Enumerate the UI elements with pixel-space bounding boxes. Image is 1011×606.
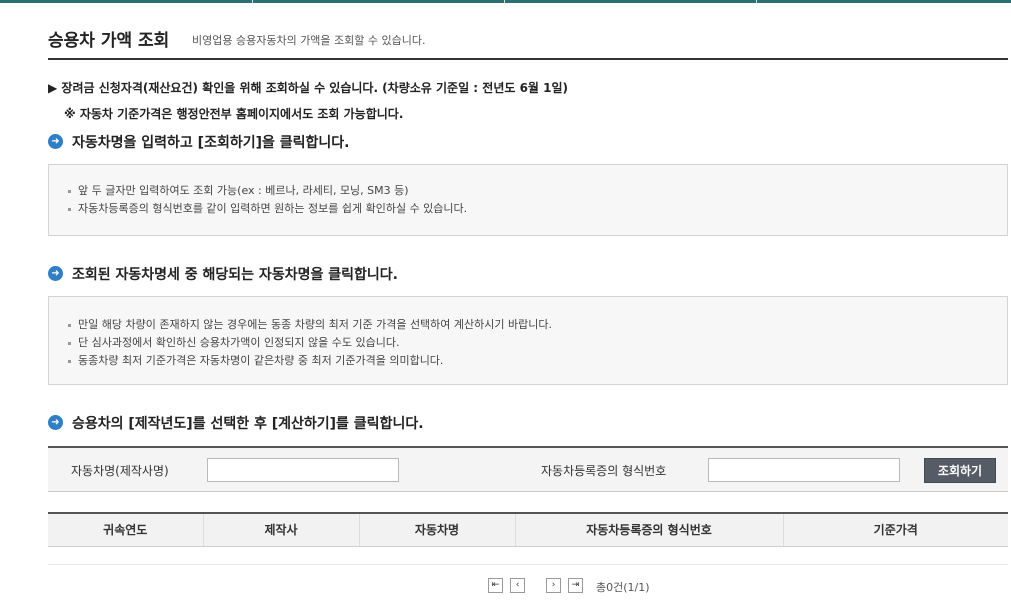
column-header-year: 귀속연도 <box>48 512 203 547</box>
first-page-icon[interactable]: ⇤ <box>488 578 503 593</box>
arrow-circle-icon: ➜ <box>48 134 63 149</box>
tip-item: 단 심사과정에서 확인하신 승용차가액이 인정되지 않을 수도 있습니다. <box>49 334 1007 352</box>
bullet-icon <box>68 342 71 345</box>
table-header-row: 귀속연도 제작사 자동차명 자동차등록증의 형식번호 기준가격 <box>48 512 1008 547</box>
step-1-tips: 앞 두 글자만 입력하여도 조회 가능(ex : 베르나, 라세티, 모닝, S… <box>48 164 1008 236</box>
next-page-icon[interactable]: › <box>546 578 561 593</box>
car-name-label: 자동차명(제작사명) <box>71 464 169 478</box>
bullet-icon <box>68 190 71 193</box>
top-bar-divider <box>756 0 757 3</box>
tip-item: 자동차등록증의 형식번호를 같이 입력하면 원하는 정보를 쉽게 확인하실 수 … <box>49 200 1007 218</box>
prev-page-icon[interactable]: ‹ <box>510 578 525 593</box>
search-form: 자동차명(제작사명) 자동차등록증의 형식번호 조회하기 <box>48 446 1008 492</box>
page-subtitle: 비영업용 승용자동차의 가액을 조회할 수 있습니다. <box>192 34 426 47</box>
top-bar-divider <box>504 0 505 3</box>
search-button[interactable]: 조회하기 <box>924 458 996 483</box>
result-count: 총0건(1/1) <box>596 581 650 594</box>
bullet-icon <box>68 208 71 211</box>
page-header: 승용차 가액 조회 비영업용 승용자동차의 가액을 조회할 수 있습니다. <box>48 24 1008 60</box>
tip-item: 앞 두 글자만 입력하여도 조회 가능(ex : 베르나, 라세티, 모닝, S… <box>49 182 1007 200</box>
bullet-icon <box>68 360 71 363</box>
arrow-circle-icon: ➜ <box>48 415 63 430</box>
step-2-tips: 만일 해당 차량이 존재하지 않는 경우에는 동종 차량의 최저 기준 가격을 … <box>48 296 1008 385</box>
result-table: 귀속연도 제작사 자동차명 자동차등록증의 형식번호 기준가격 <box>48 512 1008 565</box>
column-header-maker: 제작사 <box>202 512 359 547</box>
table-empty-row <box>48 546 1008 565</box>
arrow-circle-icon: ➜ <box>48 266 63 281</box>
tip-item: 만일 해당 차량이 존재하지 않는 경우에는 동종 차량의 최저 기준 가격을 … <box>49 316 1007 334</box>
column-header-type-number: 자동차등록증의 형식번호 <box>514 512 783 547</box>
bullet-icon <box>68 324 71 327</box>
column-header-base-price: 기준가격 <box>782 512 1008 547</box>
step-title: 승용차의 [제작년도]를 선택한 후 [계산하기]를 클릭합니다. <box>72 416 424 432</box>
tip-item: 동종차량 최저 기준가격은 자동차명이 같은차량 중 최저 기준가격을 의미합니… <box>49 352 1007 370</box>
top-bar <box>0 0 1011 3</box>
top-bar-divider <box>252 0 253 3</box>
last-page-icon[interactable]: ⇥ <box>568 578 583 593</box>
type-number-input[interactable] <box>708 458 900 482</box>
page-title: 승용차 가액 조회 <box>48 31 170 51</box>
type-number-label: 자동차등록증의 형식번호 <box>541 464 667 478</box>
car-name-input[interactable] <box>207 458 399 482</box>
step-title: 조회된 자동차명세 중 해당되는 자동차명을 클릭합니다. <box>72 267 398 283</box>
column-header-car-name: 자동차명 <box>358 512 515 547</box>
eligibility-notice: ▶ 장려금 신청자격(재산요건) 확인을 위해 조회하실 수 있습니다. (차량… <box>48 81 569 95</box>
reference-notice: ※ 자동차 기준가격은 행정안전부 홈페이지에서도 조회 가능합니다. <box>64 107 404 121</box>
step-title: 자동차명을 입력하고 [조회하기]을 클릭합니다. <box>72 135 350 151</box>
